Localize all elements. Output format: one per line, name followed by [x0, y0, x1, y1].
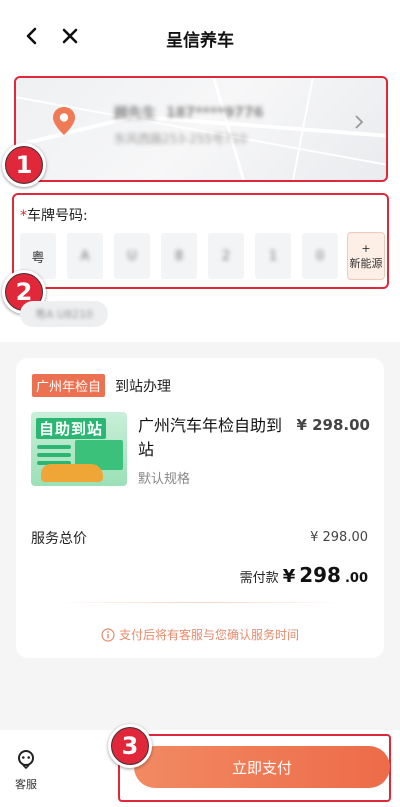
order-card: 广州年检自 到站办理 自助到站 广州汽车年检自助到站 ¥ 298.00 默认规格…: [16, 358, 384, 658]
chevron-right-icon: [354, 114, 364, 133]
plate-cell[interactable]: U: [114, 233, 150, 279]
thumbnail-title: 自助到站: [36, 418, 107, 439]
pay-now-button[interactable]: 立即支付: [134, 746, 390, 788]
contact-name: 顾先生: [114, 106, 156, 122]
service-notice: 支付后将有客服与您确认服务时间: [16, 626, 384, 643]
service-notice-text: 支付后将有客服与您确认服务时间: [118, 628, 299, 642]
annotation-badge-3: 3: [108, 724, 152, 768]
customer-service-label: 客服: [15, 778, 37, 791]
plate-cell[interactable]: A: [67, 233, 103, 279]
service-tag-desc: 到站办理: [115, 379, 171, 395]
plus-icon: +: [361, 241, 371, 255]
address-card[interactable]: 顾先生 187****9776 东风西路253-255号710: [14, 76, 388, 182]
plate-label-text: 车牌号码:: [27, 208, 88, 224]
product-spec: 默认规格: [138, 472, 191, 487]
bottom-bar: 客服 立即支付 3: [0, 724, 400, 807]
amount-due-label: 需付款: [239, 571, 279, 586]
product-price: ¥ 298.00: [296, 416, 370, 434]
divider: [56, 602, 344, 603]
annotation-badge-1: 1: [2, 143, 46, 187]
customer-service-icon: [18, 750, 34, 770]
customer-service-button[interactable]: 客服: [12, 748, 40, 792]
amount-due: 需付款 ¥ 298.00: [240, 563, 368, 587]
amount-due-currency: ¥: [282, 566, 296, 587]
location-pin-icon: [52, 106, 76, 140]
car-image: [41, 464, 103, 482]
service-tag: 广州年检自: [32, 374, 106, 397]
new-energy-cell[interactable]: + 新能源: [347, 232, 385, 280]
info-icon: [101, 627, 115, 642]
contact-phone: 187****9776: [166, 105, 264, 121]
plate-number-section: *车牌号码: 粤 A U 8 2 1 0 + 新能源: [12, 193, 389, 289]
plate-cell[interactable]: 2: [208, 233, 244, 279]
plate-label: *车牌号码:: [20, 205, 88, 225]
plate-cell[interactable]: 0: [302, 233, 338, 279]
new-energy-label: 新能源: [349, 256, 383, 270]
plate-cell[interactable]: 1: [255, 233, 291, 279]
saved-plate-chip[interactable]: 粤A U8210: [20, 301, 108, 327]
amount-due-decimal: .00: [344, 571, 368, 586]
product-name: 广州汽车年检自助到站: [138, 416, 283, 459]
total-price: ¥ 298.00: [310, 530, 368, 545]
saved-plate-text: 粤A U8210: [34, 308, 94, 321]
required-mark: *: [20, 208, 27, 224]
plate-cells: 粤 A U 8 2 1 0 + 新能源: [20, 232, 385, 280]
amount-due-integer: 298: [299, 563, 341, 587]
page-title: 呈信养车: [166, 31, 234, 51]
address-contact: 顾先生 187****9776: [114, 104, 263, 122]
total-label: 服务总价: [31, 531, 87, 547]
product-thumbnail[interactable]: 自助到站: [31, 412, 127, 486]
plate-cell[interactable]: 8: [161, 233, 197, 279]
header: 呈信养车: [0, 0, 400, 72]
address-detail: 东风西路253-255号710: [114, 132, 248, 146]
